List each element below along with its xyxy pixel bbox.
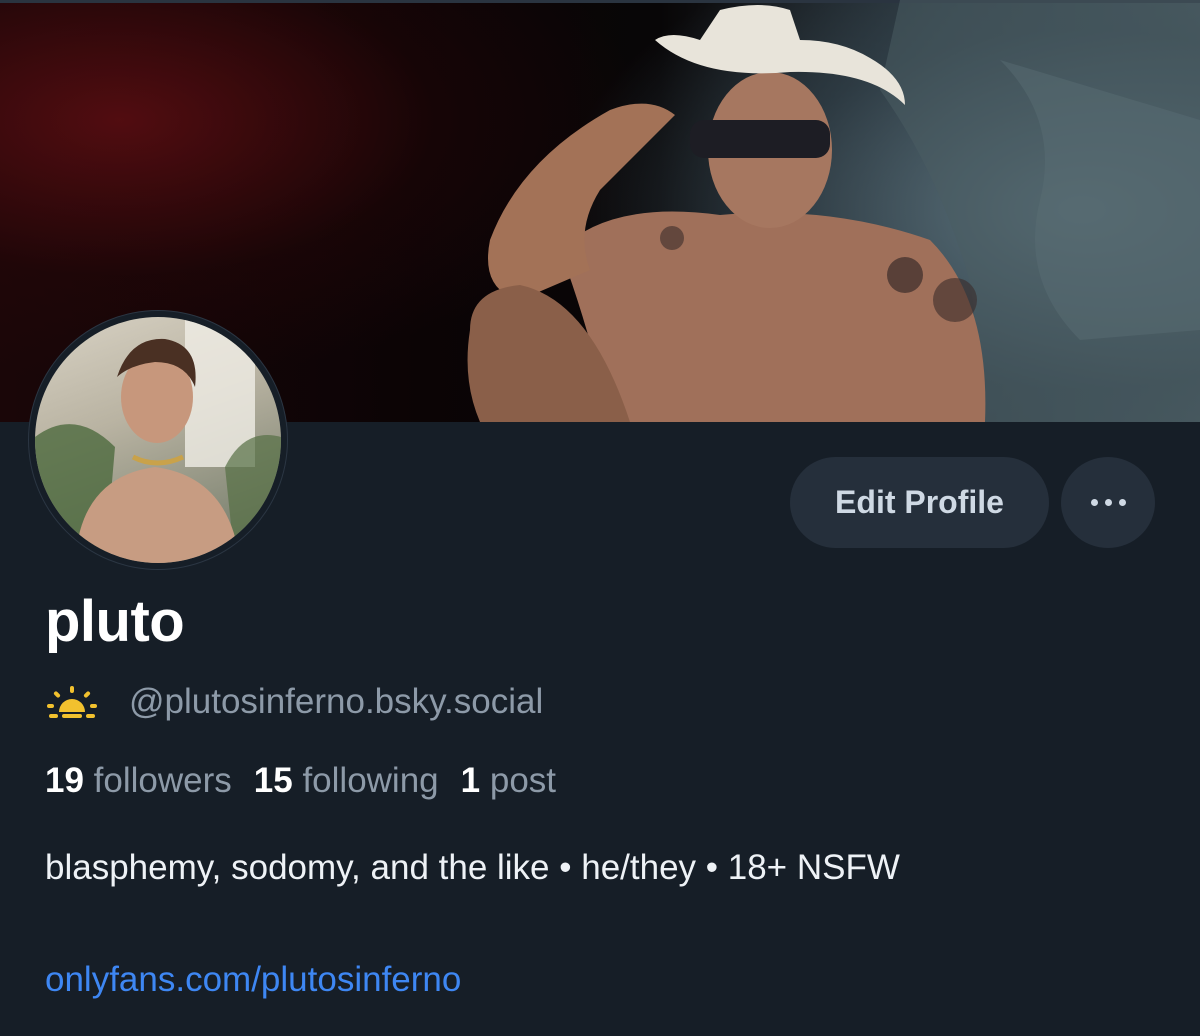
- user-handle: @plutosinferno.bsky.social: [129, 682, 544, 721]
- ellipsis-icon: [1104, 499, 1112, 506]
- followers-count: 19: [45, 761, 84, 800]
- profile-avatar[interactable]: [29, 311, 287, 569]
- profile-page: Edit Profile pluto @plutosinferno.bsky.s…: [0, 0, 1200, 1036]
- handle-row: @plutosinferno.bsky.social: [47, 680, 543, 724]
- following-label: following: [302, 761, 439, 800]
- profile-link[interactable]: onlyfans.com/plutosinferno: [45, 960, 461, 1000]
- ellipsis-icon: [1090, 499, 1098, 506]
- posts-count: 1: [460, 761, 481, 800]
- posts-stat: 1 post: [461, 761, 556, 800]
- edit-profile-button[interactable]: Edit Profile: [790, 457, 1049, 548]
- avatar-photo: [35, 317, 281, 563]
- followers-label: followers: [93, 761, 232, 800]
- profile-stats: 19 followers 15 following 1 post: [45, 761, 556, 801]
- ellipsis-icon: [1118, 499, 1126, 506]
- posts-label: post: [489, 761, 557, 800]
- display-name: pluto: [45, 589, 185, 654]
- more-options-button[interactable]: [1061, 457, 1155, 548]
- profile-bio: blasphemy, sodomy, and the like • he/the…: [45, 848, 900, 887]
- following-stat[interactable]: 15 following: [254, 761, 439, 800]
- followers-stat[interactable]: 19 followers: [45, 761, 232, 800]
- sun-horizon-icon: [47, 686, 97, 718]
- following-count: 15: [253, 761, 293, 800]
